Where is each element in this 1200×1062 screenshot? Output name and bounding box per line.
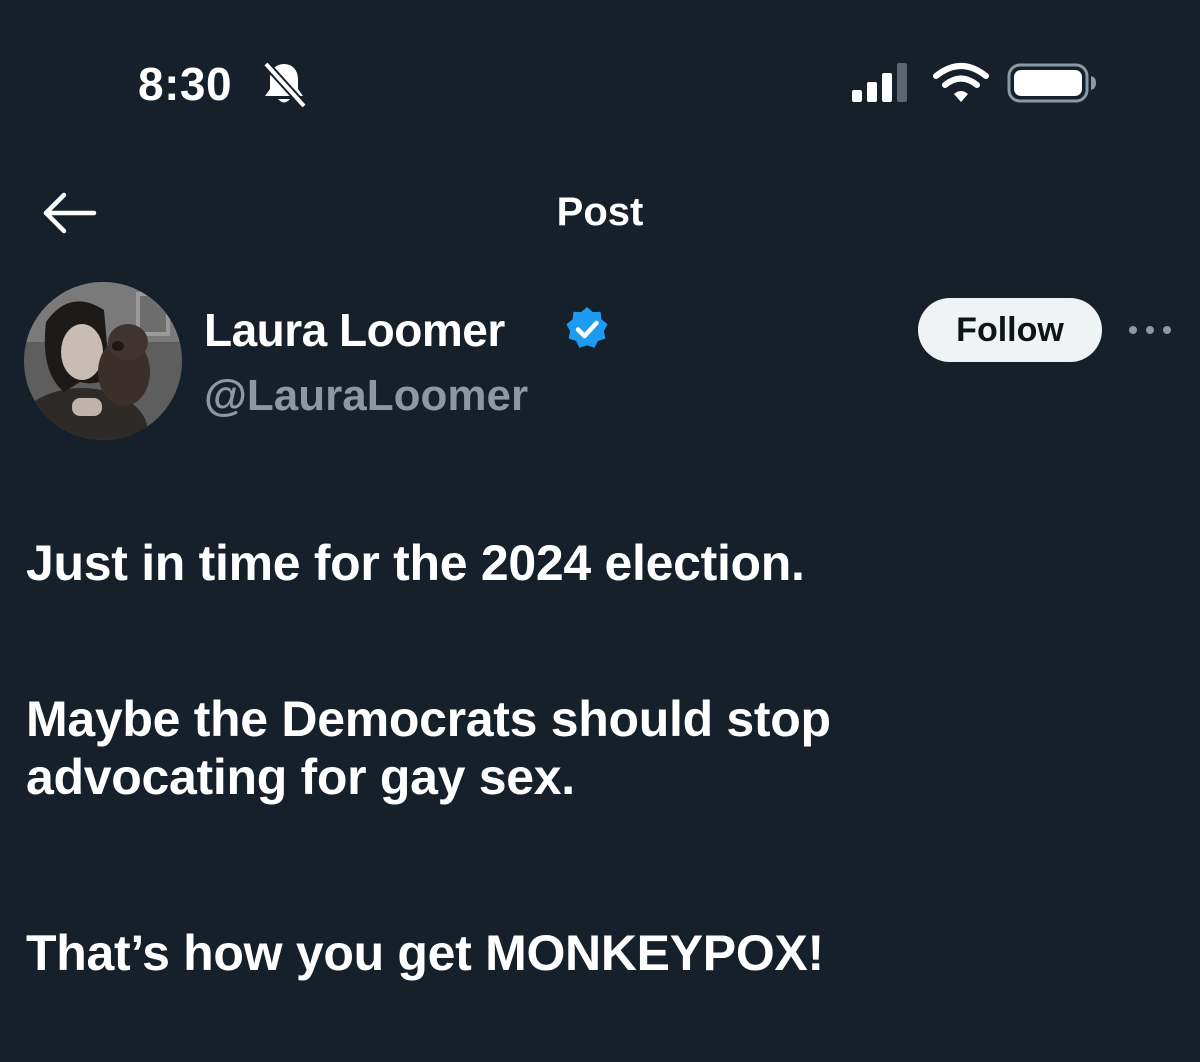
author-name[interactable]: Laura Loomer	[204, 300, 505, 360]
post-screen: 8:30 Post Laura Loomer @LauraLoomer Foll…	[0, 0, 1200, 1062]
post-paragraph: That’s how you get MONKEYPOX!	[26, 925, 824, 981]
status-time: 8:30	[138, 58, 233, 110]
battery-icon	[1007, 63, 1096, 103]
follow-button[interactable]: Follow	[918, 298, 1102, 362]
post-paragraph: Just in time for the 2024 election.	[26, 535, 805, 591]
avatar-photo	[24, 282, 182, 440]
bell-slash-icon	[263, 61, 307, 108]
cellular-signal-icon	[852, 63, 907, 102]
avatar[interactable]	[24, 282, 182, 440]
ellipsis-icon[interactable]	[1126, 318, 1174, 342]
verified-badge-icon	[566, 307, 608, 348]
author-handle[interactable]: @LauraLoomer	[204, 366, 528, 426]
post-paragraph: Maybe the Democrats should stop advocati…	[26, 691, 831, 805]
wifi-icon	[933, 63, 989, 102]
page-title: Post	[556, 190, 644, 234]
